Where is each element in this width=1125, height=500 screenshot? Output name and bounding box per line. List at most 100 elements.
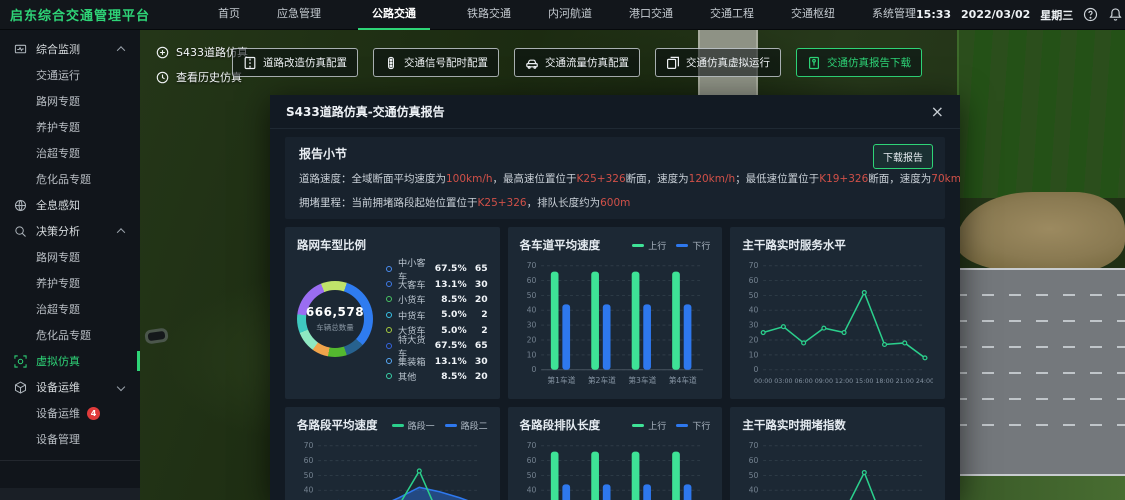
nav-item-6[interactable]: 交通工程 — [710, 0, 754, 30]
summary-line-0: 道路速度：全域断面平均速度为100km/h，最高速位置位于K25+326断面，速… — [299, 171, 931, 186]
chart-card-1: 各车道平均速度 上行 下行 010203040506070第1车道第2车道第3车道第4… — [508, 227, 723, 399]
svg-text:第2车道: 第2车道 — [588, 375, 616, 385]
chart-svg: 010203040506070第1车道第2车道第3车道第4车道 — [520, 257, 711, 390]
map-road — [955, 268, 1125, 476]
svg-text:03:00: 03:00 — [775, 378, 793, 385]
legend-label: 下行 — [692, 239, 710, 252]
legend-dot — [386, 373, 392, 379]
toolbar-button-0[interactable]: 道路改造仿真配置 — [232, 48, 358, 77]
svg-text:12:00: 12:00 — [835, 378, 853, 385]
help-icon[interactable] — [1083, 7, 1098, 22]
svg-text:70: 70 — [304, 441, 314, 450]
nav-item-3[interactable]: 铁路交通 — [467, 0, 511, 30]
svg-text:10: 10 — [526, 350, 536, 359]
chart-title: 路网车型比例 — [297, 237, 366, 253]
car-icon — [525, 56, 539, 70]
svg-text:50: 50 — [526, 291, 536, 300]
map-grass — [955, 476, 1125, 500]
sidebar-subitem-0-2[interactable]: 养护专题 — [0, 114, 140, 140]
legend-percent: 5.0% — [434, 309, 467, 320]
chart-title: 主干路实时拥堵指数 — [742, 417, 846, 433]
bell-icon[interactable] — [1108, 7, 1123, 22]
nav-item-0[interactable]: 首页 — [218, 0, 240, 30]
chart-svg: 01020304050607000:0003:0006:0009:0012:00… — [742, 257, 933, 390]
toolbar-button-1[interactable]: 交通信号配时配置 — [373, 48, 499, 77]
top-bar: 启东综合交通管理平台 首页应急管理公路交通铁路交通内河航道港口交通交通工程交通枢… — [0, 0, 1125, 30]
chart-svg: 010203040506070 — [297, 437, 488, 500]
chart-card-header: 各路段排队长度上行下行 — [520, 417, 711, 433]
sidebar-item-2[interactable]: 决策分析 — [0, 218, 140, 244]
sidebar-item-4[interactable]: 设备运维 — [0, 374, 140, 400]
svg-text:24:00: 24:00 — [916, 378, 933, 385]
sidebar-item-1[interactable]: 全息感知 — [0, 192, 140, 218]
page-frame: 综合监测交通运行路网专题养护专题治超专题危化品专题全息感知决策分析路网专题养护专… — [0, 30, 1125, 500]
chart-card-header: 各路段平均速度路段一路段二 — [297, 417, 488, 433]
topbar-right: 15:33 2022/03/02 星期三 — [916, 7, 1125, 23]
sidebar-subitem-0-4[interactable]: 危化品专题 — [0, 166, 140, 192]
chart-card-header: 各车道平均速度 上行 下行 — [520, 237, 711, 253]
chart-title: 各路段平均速度 — [297, 417, 378, 433]
legend-marker — [392, 424, 404, 427]
report-icon — [807, 56, 821, 70]
svg-text:10: 10 — [749, 350, 759, 359]
sidebar-subitem-label: 养护专题 — [36, 119, 80, 135]
legend-percent: 5.0% — [434, 325, 467, 336]
toolbar-button-3[interactable]: 交通仿真虚拟运行 — [655, 48, 781, 77]
donut-legend-row-6: 集装箱13.1%30 — [386, 353, 488, 368]
svg-text:40: 40 — [304, 486, 314, 495]
monitor-icon — [14, 43, 27, 56]
legend-item: 上行 — [632, 419, 666, 432]
legend-marker — [676, 244, 688, 247]
nav-item-7[interactable]: 交通枢纽 — [791, 0, 835, 30]
legend-dot — [386, 266, 392, 272]
sidebar-subitem-label: 危化品专题 — [36, 171, 91, 187]
legend-marker — [445, 424, 457, 427]
nav-item-5[interactable]: 港口交通 — [629, 0, 673, 30]
sidebar-item-3[interactable]: 虚拟仿真 — [0, 348, 140, 374]
sidebar-subitem-4-0[interactable]: 设备运维4 — [0, 400, 140, 426]
chart-body: 010203040506070第1车道第2车道第3车道第4车道 — [520, 257, 711, 390]
sidebar-subitem-label: 危化品专题 — [36, 327, 91, 343]
nav-item-4[interactable]: 内河航道 — [548, 0, 592, 30]
download-report-button[interactable]: 下载报告 — [873, 144, 933, 169]
legend-marker — [632, 424, 644, 427]
chart-card-4: 各路段排队长度上行下行010203040506070 — [508, 407, 723, 500]
toolbar-button-label: 道路改造仿真配置 — [263, 55, 347, 70]
svg-text:40: 40 — [749, 306, 759, 315]
svg-text:50: 50 — [749, 291, 759, 300]
modal-title: S433道路仿真-交通仿真报告 — [286, 103, 445, 120]
donut-legend-row-2: 小货车8.5%20 — [386, 292, 488, 307]
nav-item-8[interactable]: 系统管理 — [872, 0, 916, 30]
sidebar-subitem-0-0[interactable]: 交通运行 — [0, 62, 140, 88]
sidebar-subitem-0-3[interactable]: 治超专题 — [0, 140, 140, 166]
sim-toolbar: 道路改造仿真配置 交通信号配时配置 交通流量仿真配置 交通仿真虚拟运行交通仿真报告下载 — [232, 48, 922, 77]
chart-legend: 上行 下行 — [632, 239, 710, 252]
toolbar-button-2[interactable]: 交通流量仿真配置 — [514, 48, 640, 77]
close-icon[interactable]: × — [931, 104, 944, 120]
legend-marker — [676, 424, 688, 427]
donut-wrap: 666,578车辆总数量中小客车67.5%65大客车13.1%30小货车8.5%… — [297, 259, 488, 384]
toolbar-button-label: 交通流量仿真配置 — [545, 55, 629, 70]
report-summary: 报告小节 下载报告 道路速度：全域断面平均速度为100km/h，最高速位置位于K… — [285, 137, 945, 219]
chart-title: 各车道平均速度 — [520, 237, 601, 253]
legend-item: 上行 — [632, 239, 666, 252]
svg-text:30: 30 — [749, 321, 759, 330]
sidebar-subitem-2-3[interactable]: 危化品专题 — [0, 322, 140, 348]
sidebar-item-label: 综合监测 — [36, 41, 80, 57]
search-icon — [14, 225, 27, 238]
svg-text:60: 60 — [749, 276, 759, 285]
toolbar-button-4[interactable]: 交通仿真报告下载 — [796, 48, 922, 77]
sidebar-subitem-4-1[interactable]: 设备管理 — [0, 426, 140, 452]
legend-dot — [386, 296, 392, 302]
sidebar-subitem-0-1[interactable]: 路网专题 — [0, 88, 140, 114]
sidebar-subitem-2-0[interactable]: 路网专题 — [0, 244, 140, 270]
legend-label: 上行 — [648, 239, 666, 252]
chart-card-header: 主干路实时服务水平 — [742, 237, 933, 253]
sidebar-subitem-2-1[interactable]: 养护专题 — [0, 270, 140, 296]
svg-text:06:00: 06:00 — [795, 378, 813, 385]
nav-item-2[interactable]: 公路交通 — [358, 0, 430, 30]
donut-center-label: 车辆总数量 — [316, 322, 354, 333]
nav-item-1[interactable]: 应急管理 — [277, 0, 321, 30]
sidebar-subitem-2-2[interactable]: 治超专题 — [0, 296, 140, 322]
sidebar-item-0[interactable]: 综合监测 — [0, 36, 140, 62]
